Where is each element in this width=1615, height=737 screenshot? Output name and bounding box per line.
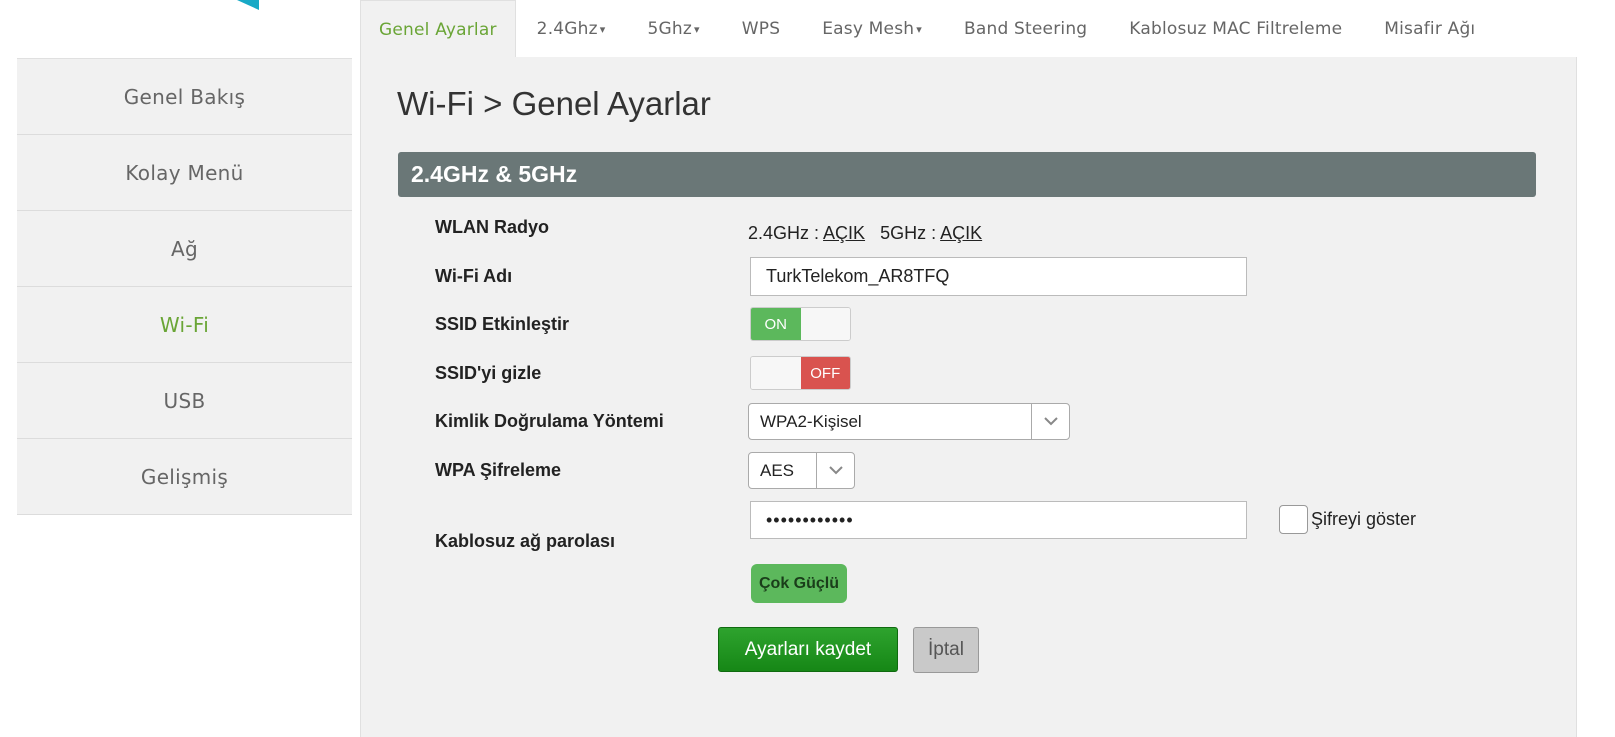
show-password-label[interactable]: Şifreyi göster [1311, 509, 1416, 530]
tab-label: WPS [741, 19, 781, 39]
auth-method-select[interactable]: WPA2-Kişisel [748, 403, 1070, 440]
toggle-knob [800, 308, 850, 340]
caret-down-icon: ▾ [694, 22, 700, 36]
band24-prefix: 2.4GHz : [748, 223, 824, 243]
section-header: 2.4GHz & 5GHz [398, 152, 1536, 197]
wpa-encryption-label: WPA Şifreleme [435, 460, 562, 480]
cancel-button[interactable]: İptal [913, 627, 979, 673]
tab-wps[interactable]: WPS [721, 0, 801, 58]
password-input[interactable] [750, 501, 1247, 539]
sidebar-item-label: Kolay Menü [125, 160, 244, 185]
sidebar: Genel Bakış Kolay Menü Ağ Wi-Fi USB Geli… [17, 58, 352, 515]
chevron-down-icon [1031, 404, 1069, 439]
tab-label: Kablosuz MAC Filtreleme [1129, 19, 1343, 39]
main-panel: Wi-Fi > Genel Ayarlar 2.4GHz & 5GHz WLAN… [360, 57, 1577, 737]
wpa-encryption-value: AES [760, 460, 795, 480]
page-title: Wi-Fi > Genel Ayarlar [397, 85, 711, 122]
password-strength-badge: Çok Güçlü [751, 564, 847, 603]
save-button[interactable]: Ayarları kaydet [718, 627, 898, 672]
tab-label: 2.4Ghz [536, 19, 598, 39]
password-label: Kablosuz ağ parolası [435, 531, 616, 551]
sidebar-item-label: Genel Bakış [123, 84, 246, 109]
wpa-encryption-select[interactable]: AES [748, 452, 855, 489]
ssid-enable-label: SSID Etkinleştir [435, 314, 570, 334]
tab-label: Genel Ayarlar [379, 19, 497, 40]
band24-toggle-link[interactable]: AÇIK [823, 223, 865, 243]
tab-guest-network[interactable]: Misafir Ağı [1363, 0, 1496, 58]
logo-fragment [237, 0, 259, 10]
tab-easy-mesh[interactable]: Easy Mesh ▾ [801, 0, 943, 58]
tab-genel-ayarlar[interactable]: Genel Ayarlar [360, 0, 516, 58]
tab-label: Misafir Ağı [1384, 19, 1476, 39]
tab-label: 5Ghz [647, 19, 693, 39]
wifi-name-label: Wi-Fi Adı [435, 266, 513, 286]
sidebar-item-usb[interactable]: USB [17, 363, 352, 439]
tab-5ghz[interactable]: 5Ghz ▾ [627, 0, 721, 58]
wifi-name-input[interactable] [750, 257, 1247, 296]
tab-mac-filter[interactable]: Kablosuz MAC Filtreleme [1108, 0, 1363, 58]
toggle-on-state: ON [751, 308, 801, 340]
ssid-enable-toggle[interactable]: ON [750, 307, 851, 341]
tab-band-steering[interactable]: Band Steering [943, 0, 1108, 58]
top-tab-bar: Genel Ayarlar 2.4Ghz ▾ 5Ghz ▾ WPS Easy Mes… [360, 0, 1496, 58]
band5-prefix: 5GHz : [880, 223, 941, 243]
tab-label: Band Steering [963, 19, 1088, 39]
band5-toggle-link[interactable]: AÇIK [940, 223, 982, 243]
ssid-hide-toggle[interactable]: OFF [750, 356, 851, 390]
sidebar-item-wifi[interactable]: Wi-Fi [17, 287, 352, 363]
sidebar-item-network[interactable]: Ağ [17, 211, 352, 287]
tab-label: Easy Mesh [822, 19, 915, 39]
auth-method-label: Kimlik Doğrulama Yöntemi [435, 411, 664, 431]
tab-2-4ghz[interactable]: 2.4Ghz ▾ [516, 0, 627, 58]
chevron-down-icon [816, 453, 854, 488]
caret-down-icon: ▾ [916, 22, 922, 36]
sidebar-item-easy-menu[interactable]: Kolay Menü [17, 135, 352, 211]
wlan-radio-status: 2.4GHz : AÇIK 5GHz : AÇIK [748, 223, 982, 244]
toggle-knob [751, 357, 801, 389]
wlan-radio-label: WLAN Radyo [435, 217, 549, 237]
ssid-hide-label: SSID'yi gizle [435, 363, 542, 383]
caret-down-icon: ▾ [599, 22, 606, 36]
sidebar-item-label: Wi-Fi [159, 312, 210, 337]
sidebar-item-advanced[interactable]: Gelişmiş [17, 439, 352, 515]
sidebar-item-label: USB [163, 388, 206, 413]
sidebar-item-label: Gelişmiş [140, 464, 229, 489]
toggle-off-state: OFF [800, 357, 850, 389]
auth-method-value: WPA2-Kişisel [760, 411, 862, 431]
show-password-checkbox[interactable] [1279, 505, 1308, 534]
sidebar-item-overview[interactable]: Genel Bakış [17, 59, 352, 135]
sidebar-item-label: Ağ [171, 236, 198, 261]
